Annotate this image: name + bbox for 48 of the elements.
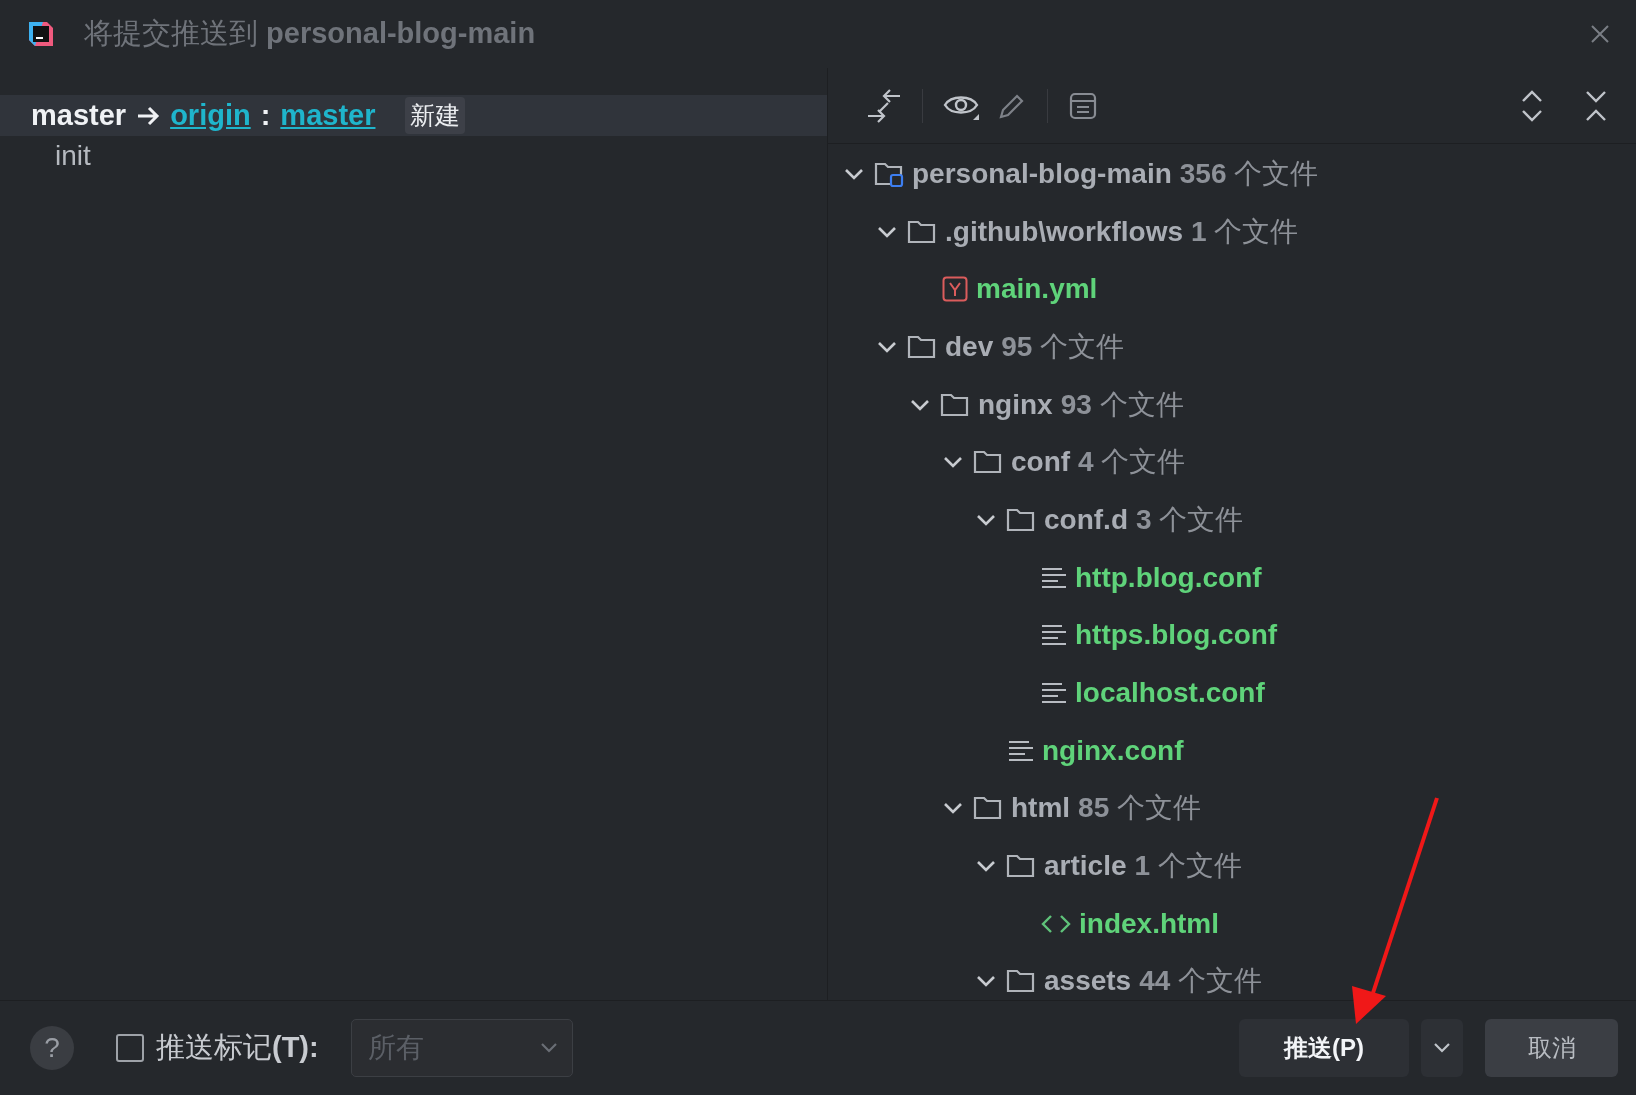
file-name[interactable]: index.html <box>1079 907 1219 940</box>
branch-link[interactable]: master <box>280 99 376 132</box>
file-count: 356 个文件 <box>1179 156 1319 191</box>
help-button[interactable]: ? <box>30 1026 74 1070</box>
file-name[interactable]: https.blog.conf <box>1075 619 1278 652</box>
close-icon[interactable] <box>1590 24 1610 44</box>
text-file-icon <box>1008 739 1034 762</box>
file-count: 1 个文件 <box>1134 849 1242 884</box>
new-badge: 新建 <box>405 97 466 134</box>
file-count: 3 个文件 <box>1136 502 1244 537</box>
text-file-icon <box>1041 682 1067 705</box>
file-name[interactable]: http.blog.conf <box>1075 561 1262 594</box>
push-tags-label[interactable]: 推送标记(T): <box>156 1028 319 1068</box>
text-file-icon <box>1041 566 1067 589</box>
folder-name[interactable]: html <box>1011 792 1071 825</box>
file-count: 1 个文件 <box>1191 214 1299 249</box>
push-target-row[interactable]: master origin : master 新建 <box>0 95 827 136</box>
arrow-right-icon <box>136 104 161 127</box>
push-tags-checkbox[interactable] <box>116 1034 144 1062</box>
folder-name[interactable]: conf <box>1011 446 1071 479</box>
remote-link[interactable]: origin <box>170 99 251 132</box>
app-logo-icon <box>26 19 56 49</box>
file-count: 4 个文件 <box>1078 445 1186 480</box>
file-name[interactable]: main.yml <box>976 273 1098 306</box>
file-count: 95 个文件 <box>1001 329 1125 364</box>
folder-name[interactable]: dev <box>945 330 994 363</box>
cancel-button[interactable]: 取消 <box>1485 1019 1618 1077</box>
file-count: 44 个文件 <box>1139 964 1263 999</box>
file-name[interactable]: localhost.conf <box>1075 677 1265 710</box>
push-button[interactable]: 推送(P) <box>1239 1019 1409 1077</box>
local-branch: master <box>31 99 127 132</box>
separator: : <box>260 99 271 132</box>
code-file-icon <box>1041 912 1071 935</box>
file-count: 93 个文件 <box>1060 387 1184 422</box>
commit-message[interactable]: init <box>0 136 827 172</box>
text-file-icon <box>1041 624 1067 647</box>
file-count: 85 个文件 <box>1078 791 1202 826</box>
folder-name[interactable]: conf.d <box>1044 503 1128 536</box>
folder-name[interactable]: article <box>1044 850 1127 883</box>
yaml-file-icon <box>942 276 968 303</box>
folder-name[interactable]: .github\workflows <box>945 215 1183 248</box>
window-title: 将提交推送到 personal-blog-main <box>84 16 536 51</box>
folder-name[interactable]: assets <box>1044 965 1132 998</box>
chevron-down-icon <box>539 1042 558 1054</box>
folder-name[interactable]: nginx <box>978 388 1053 421</box>
folder-name[interactable]: personal-blog-main <box>912 157 1172 190</box>
file-name[interactable]: nginx.conf <box>1042 734 1184 767</box>
chevron-down-icon <box>1433 1042 1451 1054</box>
